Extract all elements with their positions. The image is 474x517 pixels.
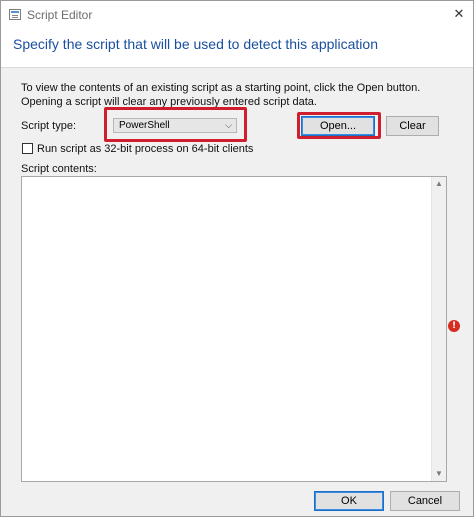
script-editor-window: Script Editor ✕ Specify the script that …	[0, 0, 474, 517]
run-32bit-checkbox[interactable]	[22, 143, 33, 154]
close-icon[interactable]: ✕	[447, 4, 471, 24]
window-title: Script Editor	[27, 8, 93, 22]
run-32bit-label: Run script as 32-bit process on 64-bit c…	[37, 143, 254, 155]
chevron-down-icon: ⌵	[225, 120, 232, 130]
ok-button[interactable]: OK	[314, 491, 384, 511]
scroll-down-icon[interactable]: ▼	[432, 467, 446, 481]
script-editor-icon	[9, 9, 21, 20]
editor-scrollbar[interactable]: ▲ ▼	[431, 177, 446, 481]
script-contents-label: Script contents:	[21, 163, 97, 175]
page-title: Specify the script that will be used to …	[13, 36, 378, 52]
scroll-up-icon[interactable]: ▲	[432, 177, 446, 191]
open-button[interactable]: Open...	[301, 116, 375, 136]
clear-button[interactable]: Clear	[386, 116, 439, 136]
script-type-selected-value: PowerShell	[119, 120, 170, 131]
script-type-label: Script type:	[21, 120, 77, 132]
script-type-select[interactable]: PowerShell ⌵	[113, 118, 237, 133]
title-bar: Script Editor ✕	[1, 1, 473, 30]
script-contents-editor[interactable]: ▲ ▼	[21, 176, 447, 482]
cancel-button[interactable]: Cancel	[390, 491, 460, 511]
intro-text: To view the contents of an existing scri…	[21, 82, 421, 108]
error-icon: !	[448, 320, 460, 332]
